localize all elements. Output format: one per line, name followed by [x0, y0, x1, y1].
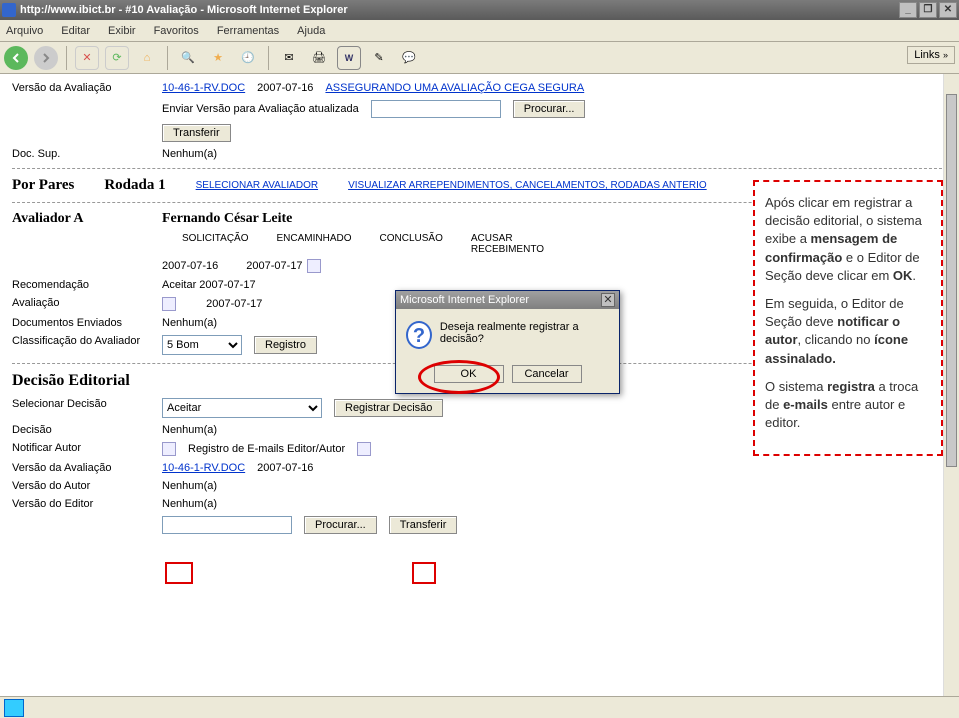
history-button[interactable]: 🕘	[236, 46, 260, 70]
dialog-cancel-button[interactable]: Cancelar	[512, 365, 582, 383]
restore-button[interactable]: ❐	[919, 2, 937, 18]
notify-mail-icon[interactable]	[162, 442, 176, 456]
menu-arquivo[interactable]: Arquivo	[6, 25, 43, 37]
procurar-button[interactable]: Procurar...	[513, 100, 586, 118]
menu-favoritos[interactable]: Favoritos	[154, 25, 199, 37]
discuss-button[interactable]: 💬	[397, 46, 421, 70]
rodada-title: Rodada 1	[104, 177, 165, 194]
versao-autor-label: Versão do Autor	[12, 480, 162, 492]
hdr-acusar: ACUSAR RECEBIMENTO	[471, 233, 551, 255]
procurar-button-2[interactable]: Procurar...	[304, 516, 377, 534]
registrar-decisao-button[interactable]: Registrar Decisão	[334, 399, 443, 417]
avaliador-a-label: Avaliador A	[12, 211, 83, 226]
sel-decisao-label: Selecionar Decisão	[12, 398, 162, 410]
decisao-label: Decisão	[12, 424, 162, 436]
back-button[interactable]	[4, 46, 28, 70]
file-date: 2007-07-16	[257, 82, 313, 94]
versao-autor-value: Nenhum(a)	[162, 480, 947, 492]
sel-avaliador-link[interactable]: SELECIONAR AVALIADOR	[196, 180, 318, 191]
docs-enviados-label: Documentos Enviados	[12, 317, 162, 329]
secure-eval-link[interactable]: ASSEGURANDO UMA AVALIAÇÃO CEGA SEGURA	[325, 82, 584, 94]
hdr-encaminhado: ENCAMINHADO	[277, 233, 352, 255]
toolbar: ✕ ⟳ ⌂ 🔍 ★ 🕘 ✉ 🖨 W ✎ 💬 Links »	[0, 42, 959, 74]
doc-sup-value: Nenhum(a)	[162, 148, 947, 160]
window-title: http://www.ibict.br - #10 Avaliação - Mi…	[20, 4, 348, 16]
taskbar-ie-icon[interactable]	[4, 699, 24, 717]
file-link-2[interactable]: 10-46-1-RV.DOC	[162, 462, 245, 474]
stop-button[interactable]: ✕	[75, 46, 99, 70]
avaliacao-date: 2007-07-17	[206, 298, 262, 310]
doc-icon[interactable]	[162, 297, 176, 311]
menu-editar[interactable]: Editar	[61, 25, 90, 37]
refresh-button[interactable]: ⟳	[105, 46, 129, 70]
notificar-autor-label: Notificar Autor	[12, 442, 162, 454]
transferir-button-2[interactable]: Transferir	[389, 516, 458, 534]
confirm-dialog: Microsoft Internet Explorer ✕ ? Deseja r…	[395, 290, 620, 394]
recomendacao-label: Recomendação	[12, 279, 162, 291]
menu-ferramentas[interactable]: Ferramentas	[217, 25, 279, 37]
file-link[interactable]: 10-46-1-RV.DOC	[162, 82, 245, 94]
classificacao-select[interactable]: 5 Bom	[162, 335, 242, 355]
classificacao-label: Classificação do Avaliador	[12, 335, 162, 347]
upload-path-input-2[interactable]	[162, 516, 292, 534]
hdr-conclusao: CONCLUSÃO	[380, 233, 443, 255]
menu-exibir[interactable]: Exibir	[108, 25, 136, 37]
edit-button[interactable]: ✎	[367, 46, 391, 70]
versao-editor-value: Nenhum(a)	[162, 498, 947, 510]
word-icon[interactable]: W	[337, 46, 361, 70]
dialog-title: Microsoft Internet Explorer	[400, 294, 529, 306]
avaliacao-label: Avaliação	[12, 297, 162, 309]
upload-path-input[interactable]	[371, 100, 501, 118]
annotation-callout: Após clicar em registrar a decisão edito…	[753, 180, 943, 456]
question-icon: ?	[406, 321, 432, 349]
window-titlebar: http://www.ibict.br - #10 Avaliação - Mi…	[0, 0, 959, 20]
date-encaminhado: 2007-07-17	[246, 260, 302, 272]
vertical-scrollbar[interactable]	[943, 74, 959, 696]
links-toolbar[interactable]: Links »	[907, 46, 955, 64]
forward-button[interactable]	[34, 46, 58, 70]
email-log-icon[interactable]	[357, 442, 371, 456]
dialog-ok-button[interactable]: OK	[434, 365, 504, 383]
taskbar	[0, 696, 959, 718]
transferir-button[interactable]: Transferir	[162, 124, 231, 142]
print-button[interactable]: 🖨	[307, 46, 331, 70]
hdr-solicitacao: SOLICITAÇÃO	[182, 233, 249, 255]
file-date-2: 2007-07-16	[257, 462, 313, 474]
date-solicitacao: 2007-07-16	[162, 260, 218, 272]
favorites-button[interactable]: ★	[206, 46, 230, 70]
avaliador-nome: Fernando César Leite	[162, 211, 292, 227]
visualizar-link[interactable]: VISUALIZAR ARREPENDIMENTOS, CANCELAMENTO…	[348, 180, 707, 191]
registro-emails-label: Registro de E-mails Editor/Autor	[188, 443, 345, 455]
decisao-select[interactable]: Aceitar	[162, 398, 322, 418]
search-button[interactable]: 🔍	[176, 46, 200, 70]
registro-button[interactable]: Registro	[254, 336, 317, 354]
home-button[interactable]: ⌂	[135, 46, 159, 70]
minimize-button[interactable]: _	[899, 2, 917, 18]
close-button[interactable]: ✕	[939, 2, 957, 18]
versao-editor-label: Versão do Editor	[12, 498, 162, 510]
dialog-close-icon[interactable]: ✕	[601, 293, 615, 307]
mail-button[interactable]: ✉	[277, 46, 301, 70]
versao-label: Versão da Avaliação	[12, 82, 162, 94]
versao-avaliacao-label2: Versão da Avaliação	[12, 462, 162, 474]
dialog-message: Deseja realmente registrar a decisão?	[440, 321, 609, 345]
menu-ajuda[interactable]: Ajuda	[297, 25, 325, 37]
ie-icon	[2, 3, 16, 17]
menubar: Arquivo Editar Exibir Favoritos Ferramen…	[0, 20, 959, 42]
mail-icon[interactable]	[307, 259, 321, 273]
enviar-label: Enviar Versão para Avaliação atualizada	[162, 103, 359, 115]
doc-sup-label: Doc. Sup.	[12, 148, 162, 160]
por-pares-title: Por Pares	[12, 177, 74, 194]
